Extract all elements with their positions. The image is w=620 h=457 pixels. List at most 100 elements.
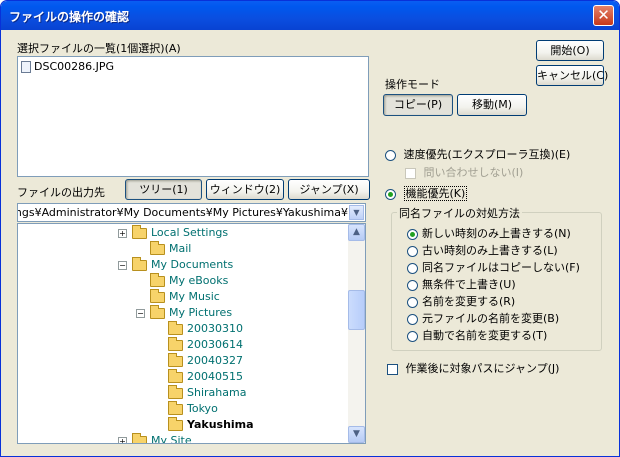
file-name: DSC00286.JPG: [34, 60, 115, 73]
same-name-option-label: 同名ファイルはコピーしない(F): [422, 261, 580, 274]
tree-item-label: 20040327: [187, 354, 243, 367]
folder-icon: [132, 224, 147, 239]
speed-priority-label: 速度優先(エクスプローラ互換)(E): [403, 148, 571, 161]
tree-item[interactable]: Yakushima: [154, 416, 254, 434]
window-title: ファイルの操作の確認: [9, 10, 130, 24]
feature-priority-radio[interactable]: [385, 188, 396, 200]
folder-icon: [168, 352, 183, 367]
no-ask-option[interactable]: 問い合わせしない(I): [405, 164, 523, 180]
tree-item-label: Shirahama: [187, 386, 247, 399]
tree-item[interactable]: + Local Settings: [118, 224, 229, 242]
folder-icon: [150, 288, 165, 303]
operation-mode-label: 操作モード: [385, 78, 440, 91]
same-name-option[interactable]: 元ファイルの名前を変更(B): [407, 310, 559, 326]
file-list[interactable]: DSC00286.JPG: [17, 56, 369, 177]
file-list-label: 選択ファイルの一覧(1個選択)(A): [17, 42, 181, 55]
tree-item-label: 20040515: [187, 370, 243, 383]
same-name-option[interactable]: 同名ファイルはコピーしない(F): [407, 259, 580, 275]
folder-icon: [168, 400, 183, 415]
tree-scrollbar[interactable]: ▲ ▼: [348, 224, 365, 443]
folder-icon: [150, 304, 165, 319]
no-ask-checkbox[interactable]: [405, 167, 416, 179]
tree-item[interactable]: Tokyo: [154, 400, 218, 418]
speed-priority-option[interactable]: 速度優先(エクスプローラ互換)(E): [385, 146, 570, 162]
folder-icon: [150, 272, 165, 287]
tree-item-label: My Site: [151, 434, 192, 444]
tree-item-label: Local Settings: [151, 226, 229, 239]
path-dropdown-button[interactable]: ▼: [349, 205, 364, 220]
same-name-radio[interactable]: [407, 296, 418, 308]
same-name-option-label: 自動で名前を変更する(T): [422, 329, 548, 342]
folder-icon: [132, 256, 147, 271]
same-name-option[interactable]: 古い時刻のみ上書きする(L): [407, 242, 558, 258]
tab-tree[interactable]: ツリー(1): [125, 179, 202, 200]
output-path-value: Settings¥Administrator¥My Documents¥My P…: [18, 206, 348, 219]
tree-item[interactable]: My Music: [136, 288, 220, 306]
folder-icon: [168, 384, 183, 399]
same-name-option-label: 無条件で上書き(U): [422, 278, 516, 291]
tree-item-label: Tokyo: [187, 402, 218, 415]
same-name-option-label: 新しい時刻のみ上書きする(N): [422, 227, 571, 240]
folder-tree[interactable]: + Local Settings Mail − My Documents My eBook…: [17, 223, 366, 444]
tree-item-label: Yakushima: [187, 418, 254, 431]
same-name-radio[interactable]: [407, 228, 418, 240]
tab-window[interactable]: ウィンドウ(2): [206, 179, 284, 200]
expand-icon[interactable]: +: [118, 228, 127, 238]
output-path-combobox[interactable]: Settings¥Administrator¥My Documents¥My P…: [17, 203, 366, 222]
jump-after-checkbox[interactable]: [387, 363, 398, 375]
tab-jump[interactable]: ジャンプ(X): [288, 179, 370, 200]
folder-icon: [168, 320, 183, 335]
same-name-option[interactable]: 自動で名前を変更する(T): [407, 327, 547, 343]
tree-item[interactable]: + My Site: [118, 432, 192, 444]
same-name-radio[interactable]: [407, 245, 418, 257]
feature-priority-option[interactable]: 機能優先(K): [385, 185, 468, 201]
title-bar[interactable]: ファイルの操作の確認 ✕: [1, 1, 619, 30]
collapse-icon[interactable]: −: [136, 308, 145, 318]
same-name-radio[interactable]: [407, 279, 418, 291]
start-button[interactable]: 開始(O): [536, 40, 604, 61]
same-name-option[interactable]: 新しい時刻のみ上書きする(N): [407, 225, 571, 241]
folder-icon: [168, 368, 183, 383]
move-button[interactable]: 移動(M): [457, 94, 527, 116]
same-name-option-label: 名前を変更する(R): [422, 295, 516, 308]
same-name-option-label: 元ファイルの名前を変更(B): [422, 312, 560, 325]
copy-button[interactable]: コピー(P): [383, 94, 453, 116]
output-label: ファイルの出力先: [17, 186, 105, 199]
folder-icon: [168, 336, 183, 351]
tree-item-label: 20030614: [187, 338, 243, 351]
jump-after-option[interactable]: 作業後に対象パスにジャンプ(J): [387, 360, 559, 376]
output-path-value-wrap: Settings¥Administrator¥My Documents¥My P…: [18, 206, 348, 219]
same-name-radio[interactable]: [407, 262, 418, 274]
same-name-option-label: 古い時刻のみ上書きする(L): [422, 244, 558, 257]
same-name-radio[interactable]: [407, 330, 418, 342]
collapse-icon[interactable]: −: [118, 260, 127, 270]
same-name-group-label: 同名ファイルの対処方法: [397, 205, 522, 221]
expand-icon[interactable]: +: [118, 436, 127, 443]
folder-icon: [150, 240, 165, 255]
folder-icon: [168, 416, 183, 431]
same-name-option[interactable]: 無条件で上書き(U): [407, 276, 516, 292]
feature-priority-label: 機能優先(K): [403, 186, 468, 201]
jump-after-label: 作業後に対象パスにジャンプ(J): [405, 362, 560, 375]
tree-item[interactable]: − My Documents: [118, 256, 234, 274]
tree-item-label: My Pictures: [169, 306, 233, 319]
close-button[interactable]: ✕: [593, 5, 614, 26]
folder-icon: [132, 432, 147, 443]
same-name-radio[interactable]: [407, 313, 418, 325]
confirm-dialog: ファイルの操作の確認 ✕ 選択ファイルの一覧(1個選択)(A) DSC00286…: [0, 0, 620, 457]
tree-item-label: My Music: [169, 290, 220, 303]
tree-item[interactable]: Mail: [136, 240, 192, 258]
same-name-option[interactable]: 名前を変更する(R): [407, 293, 515, 309]
speed-priority-radio[interactable]: [385, 149, 396, 161]
file-list-item[interactable]: DSC00286.JPG: [21, 60, 114, 73]
scroll-down-button[interactable]: ▼: [348, 426, 365, 443]
cancel-button[interactable]: キャンセル(C): [536, 65, 608, 86]
file-icon: [21, 61, 31, 73]
scroll-thumb[interactable]: [348, 290, 365, 330]
scroll-up-button[interactable]: ▲: [348, 224, 365, 241]
tree-item-label: My Documents: [151, 258, 234, 271]
tree-item-label: 20030310: [187, 322, 243, 335]
tree-item-label: Mail: [169, 242, 192, 255]
no-ask-label: 問い合わせしない(I): [423, 166, 524, 179]
tree-item[interactable]: − My Pictures: [136, 304, 233, 322]
